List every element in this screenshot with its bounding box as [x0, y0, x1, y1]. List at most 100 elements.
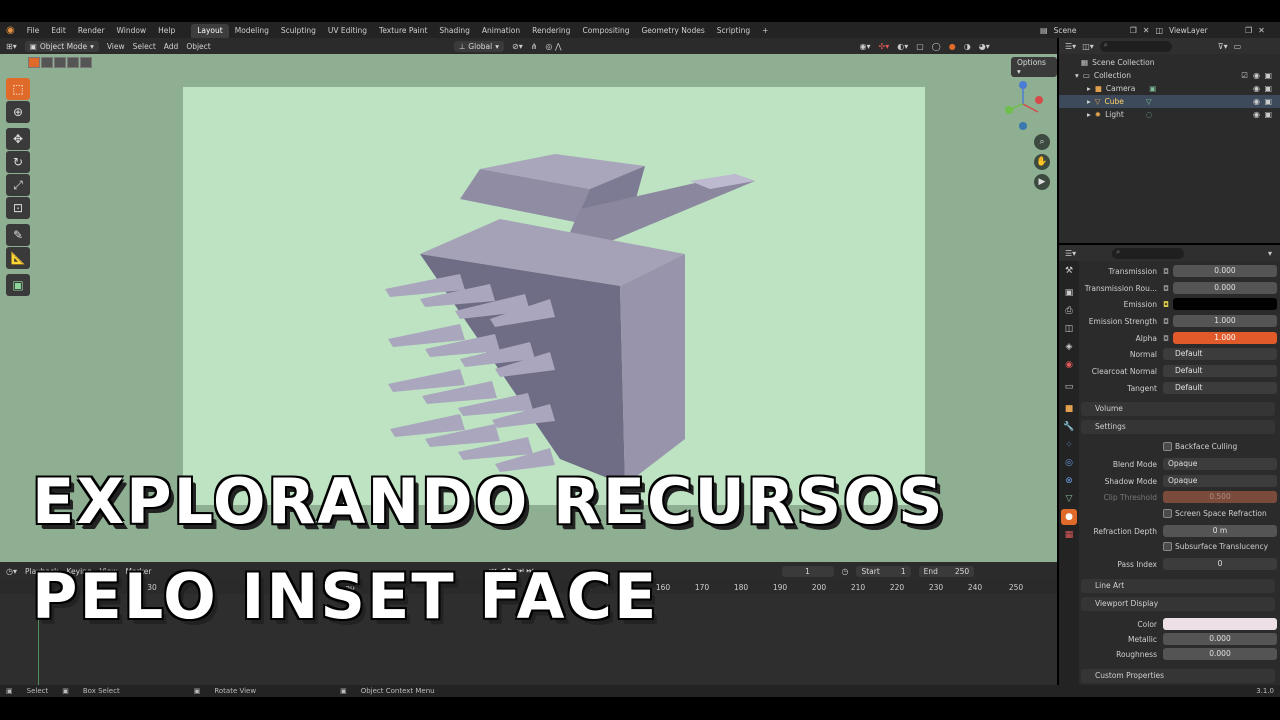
clearcoat-normal-field[interactable]: Default — [1163, 365, 1277, 377]
blend-mode-dropdown[interactable]: Opaque — [1163, 458, 1277, 470]
tab-scripting[interactable]: Scripting — [711, 24, 756, 38]
outliner-item-cube[interactable]: ▸ ▽ Cube ▽ ◉ ▣ — [1059, 95, 1280, 108]
copy-view-layer-icon[interactable]: ❐ — [1245, 26, 1252, 35]
expand-arrow-icon[interactable]: ▸ — [1087, 97, 1091, 106]
model-cube[interactable] — [380, 114, 760, 494]
tab-sculpting[interactable]: Sculpting — [275, 24, 322, 38]
move-tool-icon[interactable]: ✥ — [6, 128, 30, 150]
shading-solid-icon[interactable]: ● — [949, 42, 956, 51]
view-layer-tab-icon[interactable]: ◫ — [1061, 321, 1077, 337]
snap-icon[interactable]: ⋔ — [531, 42, 538, 51]
delete-view-layer-icon[interactable]: ✕ — [1258, 26, 1265, 35]
select-intersect-icon[interactable] — [80, 57, 92, 68]
volume-panel-header[interactable]: Volume — [1081, 402, 1275, 416]
blender-logo-icon[interactable]: ◉ — [0, 25, 21, 36]
select-extend-icon[interactable] — [41, 57, 53, 68]
tab-compositing[interactable]: Compositing — [576, 24, 635, 38]
roughness-field[interactable]: 0.000 — [1163, 648, 1277, 660]
material-tab-icon[interactable]: ● — [1061, 509, 1077, 525]
eye-icon[interactable]: ◉ — [1253, 110, 1260, 119]
properties-search-input[interactable]: ⌕ — [1112, 247, 1185, 259]
expand-arrow-icon[interactable]: ▸ — [1087, 110, 1091, 119]
new-collection-icon[interactable]: ▭ — [1234, 42, 1242, 51]
settings-panel-header[interactable]: Settings — [1081, 420, 1275, 434]
object-tab-icon[interactable]: ■ — [1061, 401, 1077, 417]
camera-view-icon[interactable]: ▶ — [1034, 174, 1050, 190]
shading-wireframe-icon[interactable]: ◯ — [932, 42, 941, 51]
outliner-item-light[interactable]: ▸ ✹ Light ◌ ◉ ▣ — [1059, 108, 1280, 121]
filter-icon[interactable]: ⊽▾ — [1218, 42, 1228, 51]
end-frame-field[interactable]: End 250 — [918, 565, 975, 577]
emission-color-field[interactable] — [1172, 298, 1277, 310]
camera-icon[interactable]: ▣ — [1264, 110, 1272, 119]
gizmo-icon[interactable]: ✣▾ — [879, 42, 890, 51]
alpha-field[interactable]: 1.000 — [1172, 332, 1277, 344]
texture-tab-icon[interactable]: ▦ — [1061, 527, 1077, 543]
navigation-gizmo[interactable] — [1000, 76, 1046, 132]
normal-field[interactable]: Default — [1163, 348, 1277, 360]
socket-icon[interactable]: ◘ — [1163, 334, 1169, 343]
proportional-edit-icon[interactable]: ◎ ⋀ — [545, 42, 561, 51]
visibility-icon[interactable]: ◉▾ — [860, 42, 871, 51]
checkbox-icon[interactable]: ☑ — [1241, 71, 1248, 80]
add-cube-tool-icon[interactable]: ▣ — [6, 274, 30, 296]
subsurface-translucency-checkbox[interactable]: Subsurface Translucency — [1163, 542, 1268, 551]
rotate-tool-icon[interactable]: ↻ — [6, 151, 30, 173]
socket-icon[interactable]: ◘ — [1163, 284, 1169, 293]
copy-scene-icon[interactable]: ❐ — [1130, 26, 1137, 35]
render-tab-icon[interactable]: ▣ — [1061, 285, 1077, 301]
camera-icon[interactable]: ▣ — [1264, 71, 1272, 80]
output-tab-icon[interactable]: ⎙ — [1061, 303, 1077, 319]
tab-texture-paint[interactable]: Texture Paint — [373, 24, 433, 38]
socket-icon[interactable]: ◘ — [1163, 267, 1169, 276]
editor-type-icon[interactable]: ☰▾ — [1065, 249, 1076, 258]
xray-icon[interactable]: ▢ — [916, 42, 924, 51]
socket-icon[interactable]: ◘ — [1163, 300, 1169, 309]
constraints-tab-icon[interactable]: ⊗ — [1061, 473, 1077, 489]
scene-name[interactable]: Scene — [1054, 26, 1124, 35]
metallic-field[interactable]: 0.000 — [1163, 633, 1277, 645]
particles-tab-icon[interactable]: ⁘ — [1061, 437, 1077, 453]
menu-file[interactable]: File — [21, 26, 46, 35]
clock-icon[interactable]: ◷ — [842, 567, 849, 576]
tab-layout[interactable]: Layout — [191, 24, 229, 38]
pan-hand-icon[interactable]: ✋ — [1034, 154, 1050, 170]
view-layer-icon[interactable]: ◫ — [1155, 26, 1163, 35]
editor-type-icon[interactable]: ☰▾ — [1065, 42, 1076, 51]
viewport-display-panel-header[interactable]: Viewport Display — [1081, 597, 1275, 611]
shading-rendered-icon[interactable]: ◕▾ — [979, 42, 990, 51]
collection-tab-icon[interactable]: ▭ — [1061, 379, 1077, 395]
modifier-tab-icon[interactable]: 🔧 — [1061, 419, 1077, 435]
mode-dropdown[interactable]: ▣ Object Mode ▾ — [24, 40, 99, 52]
tab-rendering[interactable]: Rendering — [526, 24, 576, 38]
tool-tab-icon[interactable]: ⚒ — [1061, 263, 1077, 279]
delete-scene-icon[interactable]: ✕ — [1143, 26, 1150, 35]
expand-arrow-icon[interactable]: ▸ — [1087, 84, 1091, 93]
socket-icon[interactable]: ◘ — [1163, 317, 1169, 326]
line-art-panel-header[interactable]: Line Art — [1081, 579, 1275, 593]
scale-tool-icon[interactable]: ⤢ — [6, 174, 30, 196]
menu-edit[interactable]: Edit — [45, 26, 72, 35]
viewport-color-field[interactable] — [1163, 618, 1277, 630]
measure-tool-icon[interactable]: 📐 — [6, 247, 30, 269]
data-tab-icon[interactable]: ▽ — [1061, 491, 1077, 507]
tab-shading[interactable]: Shading — [433, 24, 475, 38]
tangent-field[interactable]: Default — [1163, 382, 1277, 394]
shading-material-icon[interactable]: ◑ — [964, 42, 971, 51]
annotate-tool-icon[interactable]: ✎ — [6, 224, 30, 246]
tab-uv-editing[interactable]: UV Editing — [322, 24, 373, 38]
scene-tab-icon[interactable]: ◈ — [1061, 339, 1077, 355]
menu-help[interactable]: Help — [152, 26, 181, 35]
eye-icon[interactable]: ◉ — [1253, 84, 1260, 93]
tab-geometry-nodes[interactable]: Geometry Nodes — [635, 24, 710, 38]
menu-object[interactable]: Object — [186, 42, 210, 51]
editor-type-icon[interactable]: ⊞▾ — [6, 42, 17, 51]
pivot-icon[interactable]: ⊘▾ — [512, 42, 523, 51]
transmission-roughness-field[interactable]: 0.000 — [1172, 282, 1277, 294]
physics-tab-icon[interactable]: ◎ — [1061, 455, 1077, 471]
menu-select[interactable]: Select — [133, 42, 156, 51]
options-button[interactable]: Options ▾ — [1011, 57, 1057, 77]
outliner-search-input[interactable]: ⌕ — [1099, 40, 1172, 52]
menu-add[interactable]: Add — [164, 42, 179, 51]
shadow-mode-dropdown[interactable]: Opaque — [1163, 475, 1277, 487]
